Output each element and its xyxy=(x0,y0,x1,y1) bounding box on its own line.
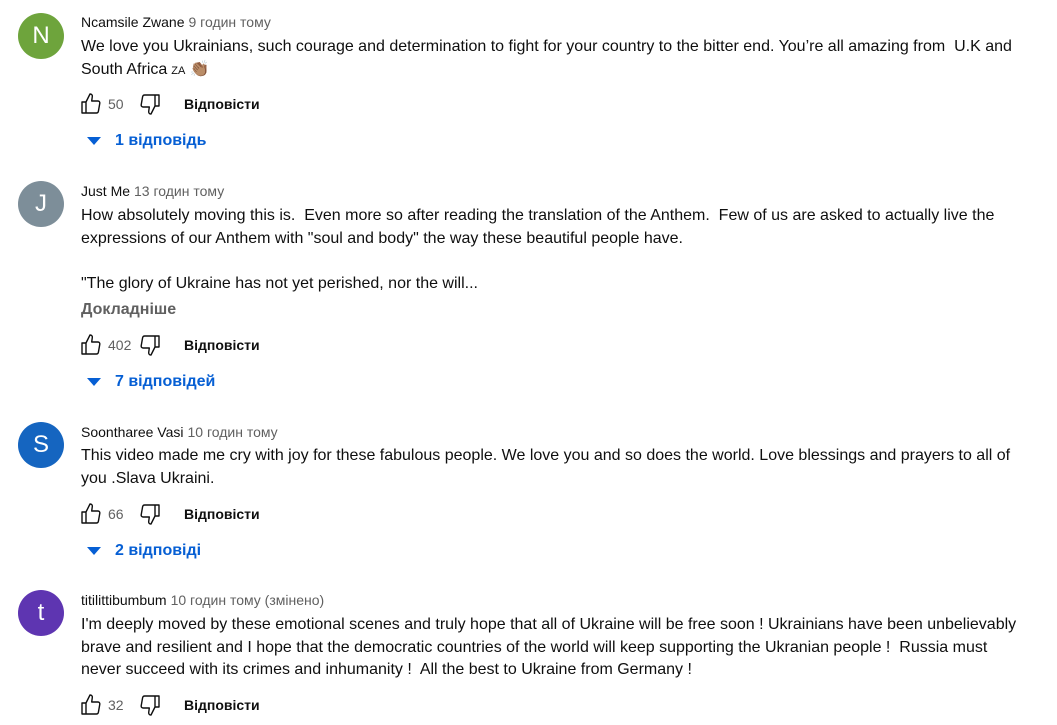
like-count: 32 xyxy=(108,697,124,713)
reply-button[interactable]: Відповісти xyxy=(184,506,260,522)
avatar[interactable]: J xyxy=(18,181,64,227)
reply-button[interactable]: Відповісти xyxy=(184,96,260,112)
view-replies-button[interactable]: 7 відповідей xyxy=(87,373,215,391)
comment-header: Soontharee Vasi 10 годин тому xyxy=(81,424,278,440)
reply-button[interactable]: Відповісти xyxy=(184,337,260,353)
replies-label: 1 відповідь xyxy=(115,132,207,149)
comment-header: Just Me 13 годин тому xyxy=(81,183,224,199)
comment-actions: 50 Відповісти xyxy=(79,91,260,117)
comment-header: Ncamsile Zwane 9 годин тому xyxy=(81,14,271,30)
view-replies-button[interactable]: 1 відповідь xyxy=(87,132,207,150)
thumb-down-icon[interactable] xyxy=(138,333,162,357)
timestamp[interactable]: 10 годин тому xyxy=(187,424,277,440)
triangle-down-icon xyxy=(87,547,101,555)
thumb-up-icon[interactable] xyxy=(79,693,103,717)
author-name[interactable]: Soontharee Vasi xyxy=(81,424,183,440)
comment-actions: 66 Відповісти xyxy=(79,501,260,527)
replies-label: 7 відповідей xyxy=(115,373,216,390)
like-count: 402 xyxy=(108,337,132,353)
comment-text: This video made me cry with joy for thes… xyxy=(81,447,1015,487)
avatar-initial: S xyxy=(32,431,49,458)
replies-label: 2 відповіді xyxy=(115,542,202,559)
like-count: 66 xyxy=(108,506,124,522)
timestamp[interactable]: 10 годин тому (змінено) xyxy=(171,592,325,608)
avatar[interactable]: S xyxy=(18,422,64,468)
thumb-up-icon[interactable] xyxy=(79,333,103,357)
comment-text: How absolutely moving this is. Even more… xyxy=(81,207,995,292)
timestamp[interactable]: 9 годин тому xyxy=(188,14,270,30)
thumb-down-icon[interactable] xyxy=(138,92,162,116)
avatar[interactable]: t xyxy=(18,590,64,636)
comment-text: I'm deeply moved by these emotional scen… xyxy=(81,616,1021,678)
triangle-down-icon xyxy=(87,137,101,145)
avatar[interactable]: N xyxy=(18,13,64,59)
view-replies-button[interactable]: 2 відповіді xyxy=(87,542,201,560)
avatar-initial: J xyxy=(35,190,47,217)
flag-emoji: ZA xyxy=(171,64,186,77)
comment-actions: 402 Відповісти xyxy=(79,332,260,358)
comment-actions: 32 Відповісти xyxy=(79,692,260,718)
clapping-emoji: 👏🏽 xyxy=(189,60,210,78)
author-name[interactable]: Just Me xyxy=(81,183,130,199)
like-count: 50 xyxy=(108,96,124,112)
timestamp[interactable]: 13 годин тому xyxy=(134,183,224,199)
comment-body: We love you Ukrainians, such courage and… xyxy=(81,38,1017,78)
reply-button[interactable]: Відповісти xyxy=(184,697,260,713)
thumb-up-icon[interactable] xyxy=(79,502,103,526)
comment-text: We love you Ukrainians, such courage and… xyxy=(81,36,1031,82)
read-more-button[interactable]: Докладніше xyxy=(81,301,176,319)
thumb-up-icon[interactable] xyxy=(79,92,103,116)
triangle-down-icon xyxy=(87,378,101,386)
author-name[interactable]: Ncamsile Zwane xyxy=(81,14,184,30)
avatar-initial: N xyxy=(32,22,50,49)
thumb-down-icon[interactable] xyxy=(138,693,162,717)
thumb-down-icon[interactable] xyxy=(138,502,162,526)
comment-header: titilittibumbum 10 годин тому (змінено) xyxy=(81,592,324,608)
author-name[interactable]: titilittibumbum xyxy=(81,592,167,608)
avatar-initial: t xyxy=(37,599,45,626)
